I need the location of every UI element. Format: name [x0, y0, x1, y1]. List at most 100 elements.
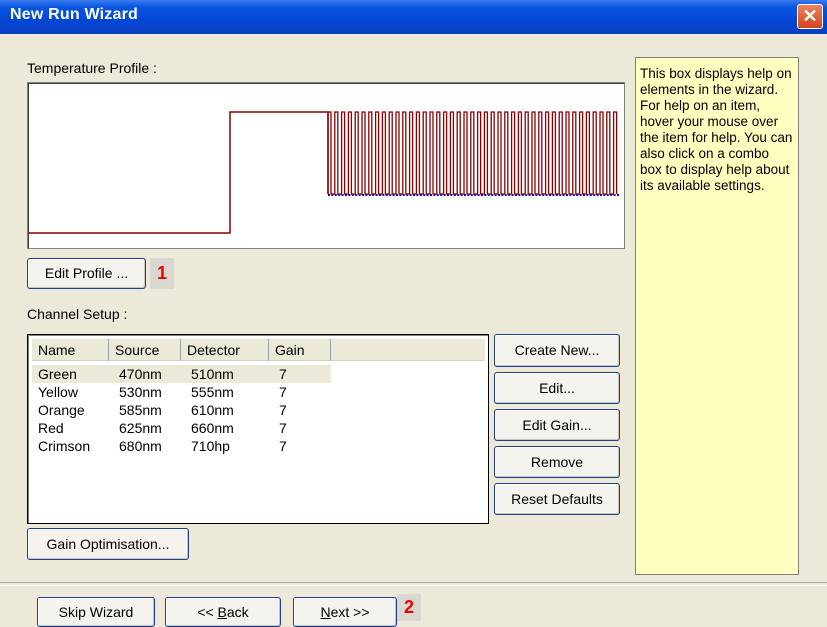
column-header-detector[interactable]: Detector — [181, 339, 269, 361]
channel-name: Green — [38, 366, 77, 382]
acquisition-dot — [402, 194, 405, 196]
acquisition-dot — [338, 194, 341, 196]
acquisition-dot — [569, 194, 572, 196]
acquisition-dot — [426, 194, 429, 196]
table-row[interactable]: Yellow 530nm 555nm 7 — [34, 384, 334, 400]
edit-button[interactable]: Edit... — [494, 372, 620, 404]
close-button[interactable]: ✕ — [797, 4, 823, 29]
channel-source: 530nm — [119, 384, 162, 400]
acquisition-dot — [460, 194, 463, 196]
acquisition-dot — [613, 194, 616, 196]
acquisition-dot — [610, 194, 613, 196]
acquisition-dot — [362, 194, 364, 196]
acquisition-dot — [328, 194, 330, 196]
window-title: New Run Wizard — [10, 6, 138, 23]
column-header-empty — [331, 339, 485, 361]
acquisition-dot — [447, 194, 449, 196]
temperature-profile-graph — [27, 82, 625, 249]
cycling-segment — [327, 111, 619, 196]
reset-defaults-button[interactable]: Reset Defaults — [494, 483, 620, 515]
channel-detector: 660nm — [191, 420, 234, 436]
table-row[interactable]: Orange 585nm 610nm 7 — [34, 402, 334, 418]
acquisition-dot — [515, 194, 517, 196]
table-row[interactable]: Red 625nm 660nm 7 — [34, 420, 334, 436]
acquisition-dot — [508, 194, 511, 196]
acquisition-dot — [542, 194, 545, 196]
column-header-source[interactable]: Source — [109, 339, 181, 361]
acquisition-dot — [453, 194, 456, 196]
acquisition-dot — [593, 194, 596, 196]
acquisition-dot — [566, 194, 568, 196]
channel-name: Red — [38, 420, 64, 436]
profile-step-line — [28, 111, 329, 234]
acquisition-dot — [596, 194, 599, 196]
acquisition-dot — [600, 194, 602, 196]
acquisition-dot — [375, 194, 378, 196]
help-box: This box displays help on elements in th… — [635, 57, 799, 575]
remove-button[interactable]: Remove — [494, 446, 620, 478]
acquisition-dot — [413, 194, 415, 196]
table-row[interactable]: Green 470nm 510nm 7 — [34, 366, 334, 382]
acquisition-dot — [481, 194, 483, 196]
acquisition-dot — [518, 194, 521, 196]
acquisition-dot — [365, 194, 368, 196]
acquisition-dot — [532, 194, 534, 196]
acquisition-dot — [419, 194, 422, 196]
footer-separator — [0, 582, 827, 586]
acquisition-dot — [583, 194, 585, 196]
acquisition-dot — [450, 194, 453, 196]
acquisition-dot — [562, 194, 565, 196]
acquisition-dot — [392, 194, 395, 196]
column-header-name[interactable]: Name — [32, 339, 109, 361]
acquisition-dot — [603, 194, 606, 196]
next-button[interactable]: Next >> — [293, 597, 397, 627]
create-new-button[interactable]: Create New... — [494, 334, 620, 367]
channel-detector: 510nm — [191, 366, 234, 382]
acquisition-dot — [409, 194, 412, 196]
back-button-accesskey: B — [217, 604, 227, 620]
acquisition-dot — [464, 194, 466, 196]
channel-list[interactable]: Name Source Detector Gain Green 470nm 51… — [27, 334, 489, 524]
acquisition-dot — [559, 194, 562, 196]
next-button-label: ext >> — [330, 604, 370, 620]
acquisition-dot — [504, 194, 507, 196]
back-button-prefix: << — [197, 604, 218, 620]
acquisition-dot — [576, 194, 579, 196]
back-button-label: ack — [226, 604, 249, 620]
channel-source: 585nm — [119, 402, 162, 418]
acquisition-dot — [443, 194, 446, 196]
channel-name: Yellow — [38, 384, 78, 400]
gain-optimisation-button[interactable]: Gain Optimisation... — [27, 528, 189, 560]
cycle-waveform — [327, 111, 618, 195]
back-button[interactable]: << Back — [165, 597, 281, 627]
acquisition-dot — [525, 194, 528, 196]
channel-gain: 7 — [279, 366, 287, 382]
acquisition-dot — [423, 194, 426, 196]
acquisition-dot — [430, 194, 432, 196]
channel-gain: 7 — [279, 384, 287, 400]
channel-gain: 7 — [279, 420, 287, 436]
channel-detector: 710hp — [191, 438, 230, 454]
acquisition-dot — [487, 194, 490, 196]
step-marker-2: 2 — [397, 594, 421, 621]
title-bar: New Run Wizard ✕ — [0, 0, 827, 34]
skip-wizard-button[interactable]: Skip Wizard — [37, 597, 155, 627]
acquisition-dot — [351, 194, 354, 196]
acquisition-dot — [345, 194, 347, 196]
edit-profile-button[interactable]: Edit Profile ... — [27, 258, 146, 289]
table-row[interactable]: Crimson 680nm 710hp 7 — [34, 438, 334, 454]
acquisition-dot — [382, 194, 385, 196]
acquisition-dot — [586, 194, 589, 196]
acquisition-dot — [348, 194, 351, 196]
acquisition-dot — [484, 194, 487, 196]
acquisition-dot — [406, 194, 409, 196]
acquisition-dot — [385, 194, 388, 196]
acquisition-dot — [528, 194, 531, 196]
acquisition-dot — [501, 194, 504, 196]
acquisition-dot — [470, 194, 473, 196]
acquisition-dot — [549, 194, 551, 196]
channel-detector: 610nm — [191, 402, 234, 418]
edit-gain-button[interactable]: Edit Gain... — [494, 409, 620, 441]
column-header-gain[interactable]: Gain — [269, 339, 331, 361]
acquisition-dot — [457, 194, 460, 196]
